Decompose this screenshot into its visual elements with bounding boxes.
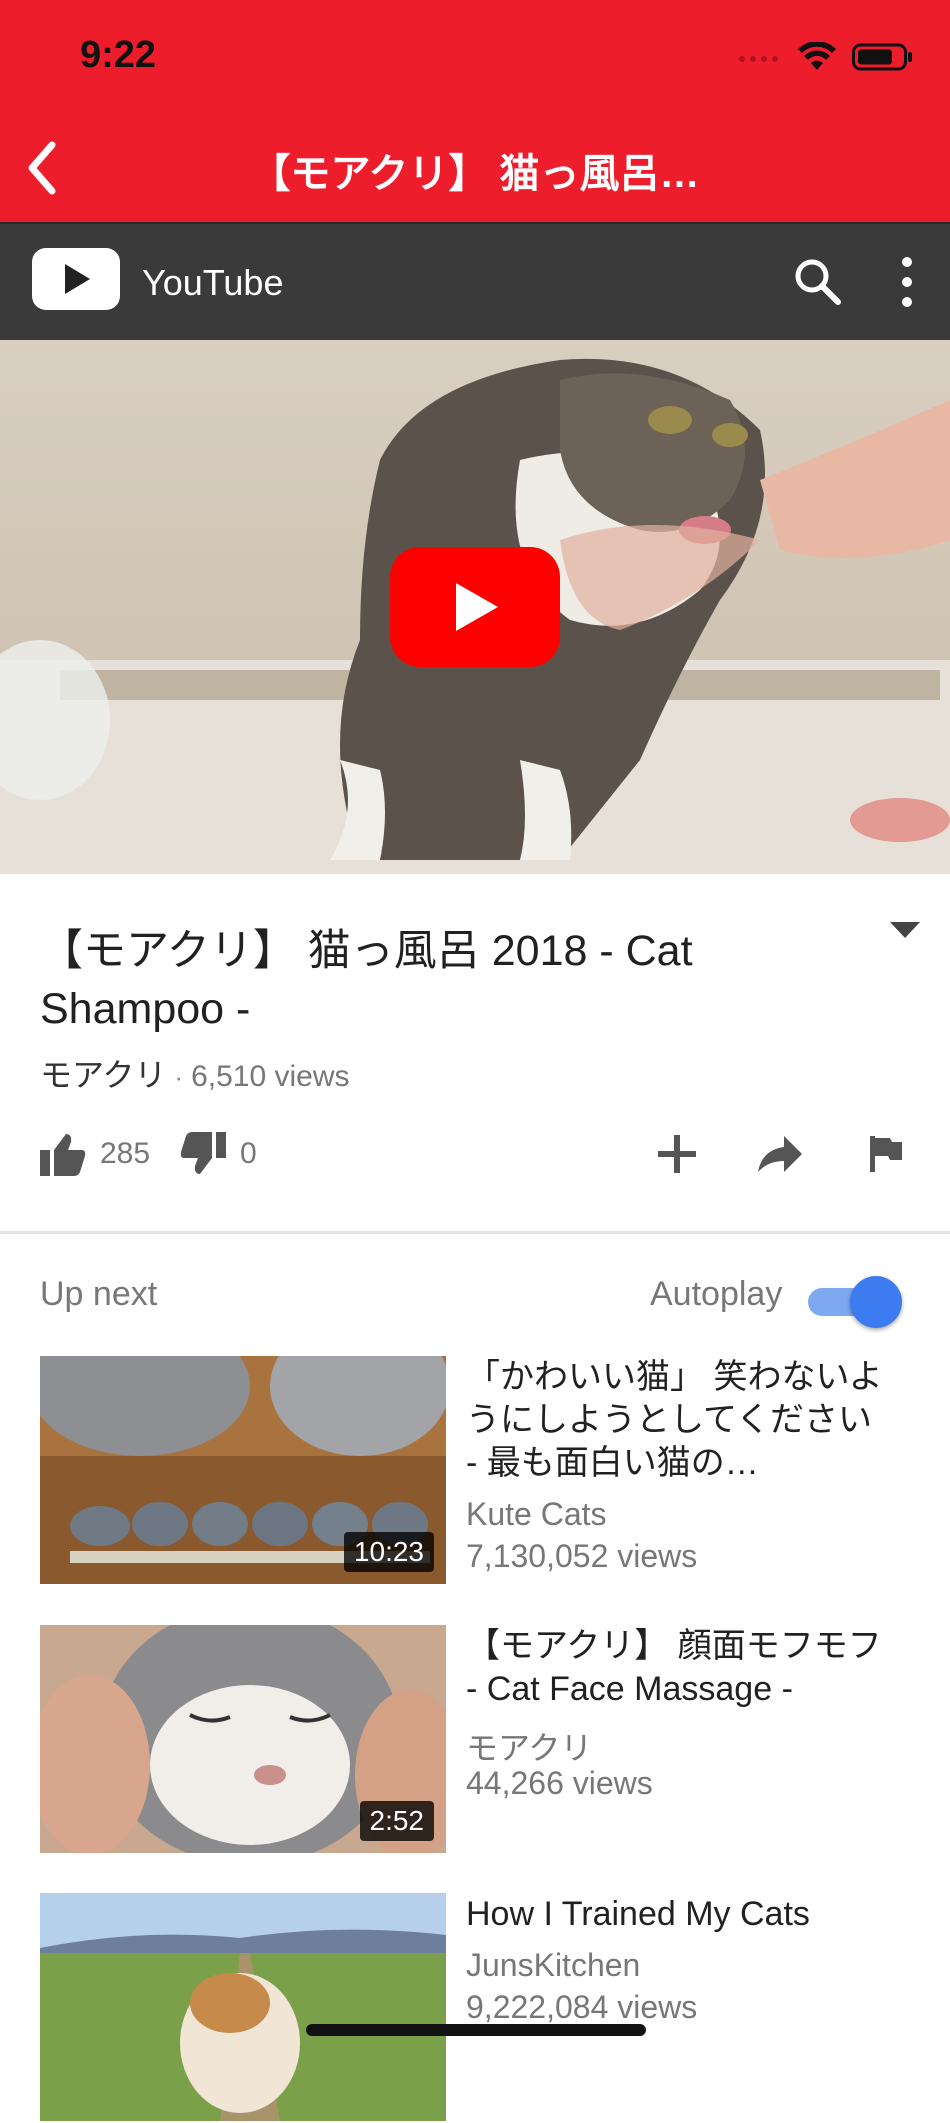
thumbs-down-icon [180, 1132, 226, 1174]
navigation-bar: 【モアクリ】 猫っ風呂… [0, 115, 950, 222]
plus-icon [658, 1135, 696, 1173]
video-duration: 2:52 [359, 1801, 434, 1841]
item-channel: JunsKitchen [466, 1947, 641, 1983]
video-thumbnail[interactable]: 10:23 [40, 1356, 446, 1584]
up-next-label: Up next [40, 1275, 158, 1313]
item-views: 44,266 views [466, 1765, 653, 1801]
dislike-button[interactable]: 0 [180, 1124, 257, 1184]
video-duration: 10:23 [343, 1532, 434, 1572]
add-to-playlist-button[interactable] [656, 1124, 698, 1184]
more-vertical-icon [902, 257, 912, 307]
back-button[interactable] [22, 133, 82, 203]
autoplay-toggle[interactable] [806, 1276, 902, 1328]
report-button[interactable] [868, 1124, 904, 1184]
youtube-logo-icon[interactable] [32, 248, 120, 310]
video-thumbnail[interactable] [40, 1893, 446, 2121]
wifi-icon [798, 42, 836, 70]
caret-down-icon [890, 922, 920, 938]
item-title[interactable]: 「かわいい猫」 笑わないようにしようとしてください - 最も面白い猫の… [466, 1356, 886, 1485]
list-item[interactable]: 2:52 【モアクリ】 顔面モフモフ - Cat Face Massage - … [40, 1625, 920, 1855]
status-icons [738, 42, 914, 72]
item-views: 7,130,052 views [466, 1538, 698, 1574]
thumbs-up-icon [40, 1134, 86, 1176]
more-options-button[interactable] [892, 254, 922, 310]
search-button[interactable] [790, 254, 846, 310]
play-button[interactable] [390, 547, 560, 667]
view-count: 6,510 views [191, 1060, 350, 1093]
battery-icon [852, 43, 912, 71]
item-views: 9,222,084 views [466, 1989, 698, 2025]
item-title[interactable]: How I Trained My Cats [466, 1893, 886, 1936]
video-info: 【モアクリ】 猫っ風呂 2018 - Cat Shampoo - モアクリ · 6,… [0, 874, 950, 1234]
share-button[interactable] [756, 1124, 804, 1184]
play-icon [390, 547, 560, 667]
expand-description-button[interactable] [890, 920, 920, 940]
video-player[interactable] [0, 340, 950, 874]
cellular-signal-icon [739, 56, 778, 62]
flag-icon [870, 1136, 902, 1172]
thumbnail-image [40, 1893, 446, 2121]
status-bar: 9:22 [0, 0, 950, 115]
meta-separator: · [174, 1062, 184, 1092]
item-channel: Kute Cats [466, 1496, 607, 1532]
nav-title: 【モアクリ】 猫っ風呂… [250, 152, 700, 196]
video-thumbnail[interactable]: 2:52 [40, 1625, 446, 1853]
home-indicator[interactable] [306, 2024, 646, 2036]
list-item[interactable]: 10:23 「かわいい猫」 笑わないようにしようとしてください - 最も面白い猫… [40, 1356, 920, 1586]
status-time: 9:22 [80, 34, 157, 76]
dislike-count: 0 [240, 1137, 257, 1170]
toggle-knob [850, 1276, 902, 1328]
channel-name[interactable]: モアクリ [40, 1057, 166, 1093]
video-meta: モアクリ · 6,510 views [40, 1050, 350, 1096]
youtube-header: YouTube [0, 222, 950, 340]
like-button[interactable]: 285 [40, 1124, 150, 1184]
video-title: 【モアクリ】 猫っ風呂 2018 - Cat Shampoo - [40, 927, 693, 1033]
share-icon [758, 1136, 802, 1172]
item-title[interactable]: 【モアクリ】 顔面モフモフ - Cat Face Massage - [466, 1625, 886, 1711]
autoplay-label: Autoplay [650, 1275, 783, 1313]
list-item[interactable]: How I Trained My Cats JunsKitchen 9,222,… [40, 1893, 920, 2123]
youtube-brand: YouTube [142, 262, 284, 303]
like-count: 285 [100, 1137, 151, 1170]
video-actions: 285 0 [40, 1124, 920, 1184]
search-icon [795, 259, 841, 305]
chevron-left-icon [28, 141, 56, 195]
item-channel: モアクリ [466, 1730, 593, 1766]
